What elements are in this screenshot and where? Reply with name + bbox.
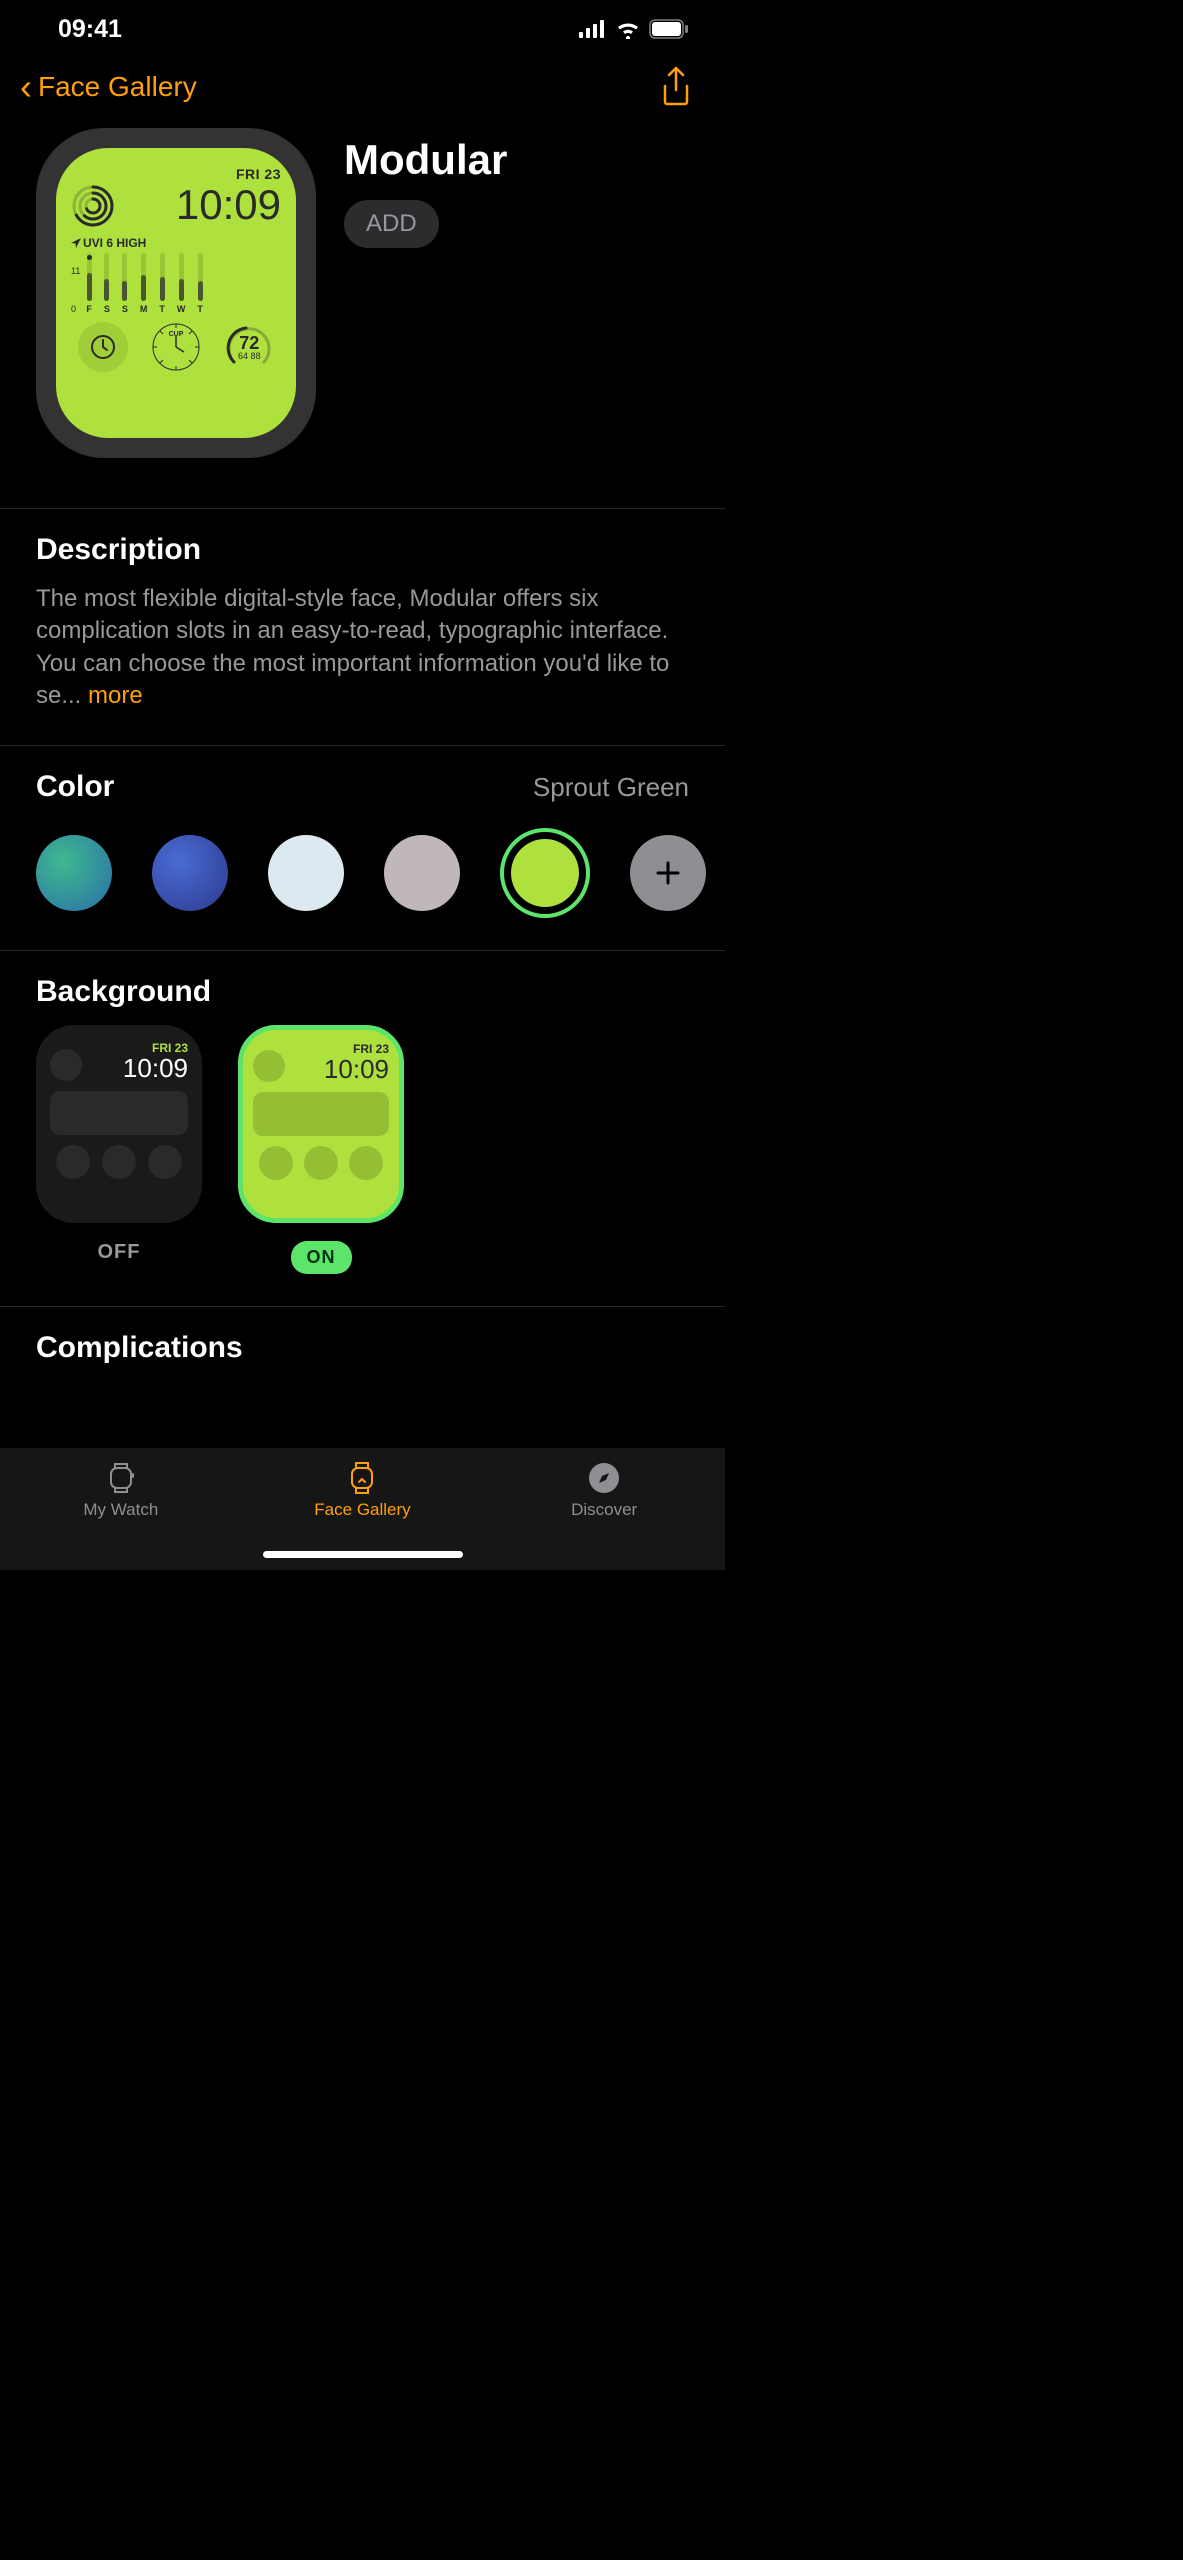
world-clock-complication: CUP [151, 322, 201, 372]
uvi-bar: T [197, 253, 203, 314]
more-link[interactable]: more [88, 682, 143, 709]
color-swatch[interactable] [268, 835, 344, 911]
clock-face-icon: CUP [151, 322, 201, 372]
cellular-icon [579, 20, 607, 38]
complications-section: Complications [0, 1307, 725, 1393]
back-label: Face Gallery [38, 71, 197, 103]
uvi-bar: F [86, 253, 92, 314]
uvi-bar: M [140, 253, 148, 314]
background-off-label: OFF [98, 1241, 141, 1264]
tab-label: My Watch [83, 1500, 158, 1520]
description-section: Description The most flexible digital-st… [0, 509, 725, 746]
timer-icon [88, 332, 118, 362]
watch-time: 10:09 [176, 184, 281, 226]
activity-rings-icon [71, 184, 115, 228]
watch-date: FRI 23 [176, 166, 281, 182]
weather-arc-icon [224, 322, 274, 372]
background-title: Background [36, 975, 689, 1009]
color-swatch[interactable] [384, 835, 460, 911]
battery-icon [649, 19, 689, 39]
add-button[interactable]: ADD [344, 200, 439, 248]
color-swatch[interactable] [152, 835, 228, 911]
status-icons [579, 19, 689, 39]
color-swatch-selected[interactable] [500, 828, 590, 918]
timer-complication [78, 322, 128, 372]
color-add-button[interactable] [630, 835, 706, 911]
uvi-bar: T [159, 253, 165, 314]
svg-text:CUP: CUP [169, 331, 184, 338]
description-text: The most flexible digital-style face, Mo… [36, 583, 689, 713]
face-title: Modular [344, 136, 689, 184]
status-time: 09:41 [58, 15, 122, 44]
home-indicator[interactable] [263, 1551, 463, 1558]
background-on-label: ON [291, 1241, 352, 1274]
description-title: Description [36, 533, 689, 567]
uvi-bar: S [104, 253, 110, 314]
uvi-chart: 11 0 FSSMTWT [71, 254, 281, 314]
watch-preview: FRI 23 10:09 UVI 6 HIGH 11 0 FSSMTWT [36, 128, 316, 458]
color-swatch[interactable] [36, 835, 112, 911]
hero-section: FRI 23 10:09 UVI 6 HIGH 11 0 FSSMTWT [0, 128, 725, 509]
watch-face-icon [349, 1460, 375, 1496]
color-section: Color Sprout Green [0, 746, 725, 951]
background-section: Background FRI 23 10:09 OFF [0, 951, 725, 1307]
nav-bar: ‹ Face Gallery [0, 54, 725, 128]
color-selected-name: Sprout Green [533, 772, 689, 803]
location-icon [71, 238, 81, 248]
tab-label: Discover [571, 1500, 637, 1520]
watch-side-icon [105, 1460, 137, 1496]
color-row [36, 828, 689, 918]
weather-complication: 72 64 88 [224, 322, 274, 372]
tab-discover[interactable]: Discover [504, 1460, 704, 1520]
uvi-bar: S [122, 253, 128, 314]
plus-icon [652, 857, 684, 889]
background-off-option[interactable]: FRI 23 10:09 OFF [36, 1025, 202, 1274]
tab-label: Face Gallery [314, 1500, 410, 1520]
compass-icon [587, 1461, 621, 1495]
tab-face-gallery[interactable]: Face Gallery [262, 1460, 462, 1520]
share-button[interactable] [659, 66, 693, 108]
uvi-label: UVI 6 HIGH [71, 236, 281, 250]
complications-title: Complications [36, 1331, 689, 1365]
wifi-icon [615, 19, 641, 39]
background-on-option[interactable]: FRI 23 10:09 ON [238, 1025, 404, 1274]
status-bar: 09:41 [0, 0, 725, 54]
color-title: Color [36, 770, 114, 804]
uvi-bar: W [177, 253, 186, 314]
back-button[interactable]: ‹ Face Gallery [20, 69, 197, 105]
chevron-left-icon: ‹ [20, 69, 32, 105]
tab-my-watch[interactable]: My Watch [21, 1460, 221, 1520]
